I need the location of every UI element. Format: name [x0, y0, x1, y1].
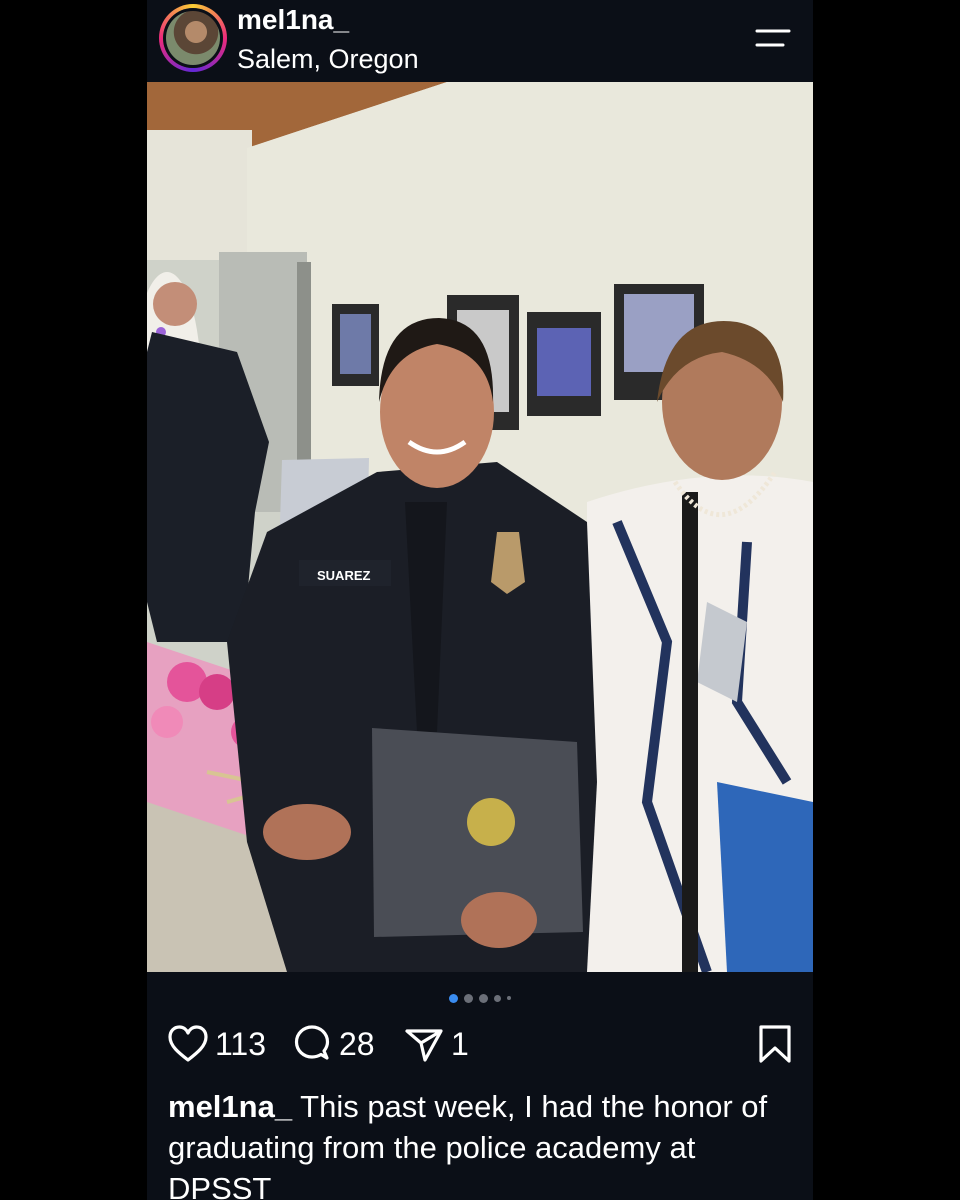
heart-icon [168, 1025, 208, 1062]
comment-count: 28 [339, 1025, 375, 1062]
post-photo[interactable]: SUAREZ [147, 82, 813, 972]
bookmark-icon[interactable] [757, 1024, 793, 1064]
menu-icon[interactable] [753, 26, 793, 50]
like-button[interactable]: 113 [167, 1020, 266, 1068]
like-count: 113 [215, 1025, 267, 1062]
carousel-indicator [147, 992, 813, 1004]
carousel-dot [449, 993, 458, 1003]
header-username[interactable]: mel1na_ [237, 4, 349, 36]
share-count: 1 [451, 1025, 469, 1062]
avatar[interactable] [163, 8, 223, 68]
carousel-dot [494, 994, 501, 1002]
carousel-dot [479, 993, 488, 1003]
action-bar: 113 28 1 [167, 1020, 793, 1068]
name-tag-text: SUAREZ [317, 568, 371, 583]
post-caption: mel1na_ This past week, I had the honor … [168, 1086, 794, 1200]
comment-icon [294, 1025, 330, 1060]
caption-username[interactable]: mel1na_ [168, 1089, 292, 1124]
post-header: mel1na_ Salem, Oregon [147, 0, 813, 82]
send-icon [405, 1029, 443, 1062]
photo-illustration: SUAREZ [147, 82, 813, 972]
header-location[interactable]: Salem, Oregon [237, 44, 419, 75]
avatar-story-ring[interactable] [159, 4, 227, 72]
comment-button[interactable]: 28 [291, 1020, 375, 1068]
carousel-dot [464, 993, 473, 1003]
post-card: mel1na_ Salem, Oregon SUAREZ 113 28 1 me… [147, 0, 813, 1200]
share-button[interactable]: 1 [403, 1020, 469, 1068]
carousel-dot [507, 996, 511, 1000]
